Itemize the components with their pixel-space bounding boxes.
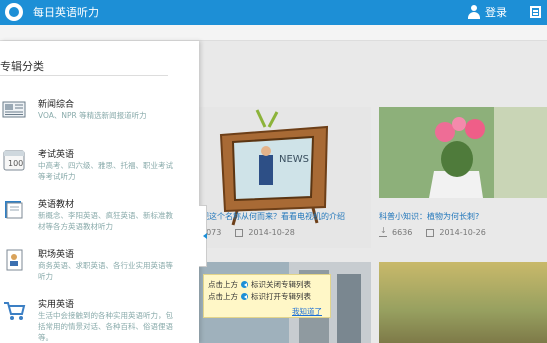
top-bar: 每日英语听力 登录: [0, 0, 547, 25]
cart-icon: [4, 302, 26, 320]
arrow-right-icon: [241, 293, 248, 300]
divider: [0, 75, 168, 76]
tip-line-close: 点击上方 标识关闭专辑列表: [208, 280, 311, 289]
card-title[interactable]: 视这个名称从何而来？看看电视机的介绍: [201, 211, 345, 222]
category-name: 实用英语: [38, 300, 75, 310]
category-sidebar: 专辑分类 新闻综合 VOA、NPR 等精选新闻报道听力 100 考试英语 中高考…: [0, 41, 199, 343]
card-image-cactus[interactable]: [379, 107, 547, 198]
svg-text:NEWS: NEWS: [279, 154, 309, 165]
login-button[interactable]: 登录: [467, 4, 507, 20]
card-meta: 4073 2014-10-28: [201, 228, 295, 237]
cactus-photo: [379, 107, 547, 198]
app-logo-icon: [5, 3, 23, 21]
card-image-tv[interactable]: NEWS: [199, 107, 371, 248]
category-name: 职场英语: [38, 250, 75, 260]
card-meta: 6636 2014-10-26: [379, 226, 486, 237]
category-desc: 中高考、四六级、雅思、托福、职业考试等考试听力: [38, 161, 173, 181]
tip-dismiss-link[interactable]: 我知道了: [292, 306, 322, 317]
card-image-field[interactable]: [379, 262, 547, 343]
calendar-icon: 100: [3, 150, 25, 171]
arrow-left-icon: [241, 281, 248, 288]
sidebar-toggle[interactable]: [199, 205, 207, 267]
sidebar-tip: 点击上方 标识关闭专辑列表 点击上方 标识打开专辑列表 我知道了: [203, 274, 331, 318]
resume-icon: [6, 249, 23, 271]
card-date: 2014-10-28: [248, 228, 295, 237]
newspaper-icon: [2, 101, 26, 118]
calendar-icon: [235, 228, 244, 237]
app-title: 每日英语听力: [33, 6, 99, 19]
category-name: 考试英语: [38, 150, 75, 160]
calendar-icon: [426, 228, 435, 237]
card-title[interactable]: 科普小知识：植物为何长刺?: [379, 211, 479, 222]
svg-text:100: 100: [8, 159, 23, 168]
book-icon: [5, 201, 23, 219]
login-label: 登录: [485, 6, 507, 19]
category-name: 英语教材: [38, 200, 75, 210]
sidebar-title: 专辑分类: [0, 60, 44, 73]
tv-illustration: NEWS: [219, 109, 329, 226]
sub-strip: [0, 25, 547, 41]
user-icon: [467, 5, 481, 19]
category-desc: 生活中会接触到的各种实用英语听力，包括常用的情景对话、各种百科、俗语俚语等。: [38, 311, 173, 342]
category-desc: VOA、NPR 等精选新闻报道听力: [38, 111, 147, 120]
category-desc: 商务英语、求职英语、各行业实用英语等听力: [38, 261, 173, 281]
category-desc: 新概念、李阳英语、疯狂英语、新标准教材等各方英语教材听力: [38, 211, 173, 231]
card-date: 2014-10-26: [439, 228, 486, 237]
download-icon: [379, 226, 387, 237]
tip-line-open: 点击上方 标识打开专辑列表: [208, 292, 311, 301]
download-count: 6636: [392, 228, 413, 237]
category-name: 新闻综合: [38, 100, 75, 110]
menu-icon[interactable]: [530, 6, 541, 18]
